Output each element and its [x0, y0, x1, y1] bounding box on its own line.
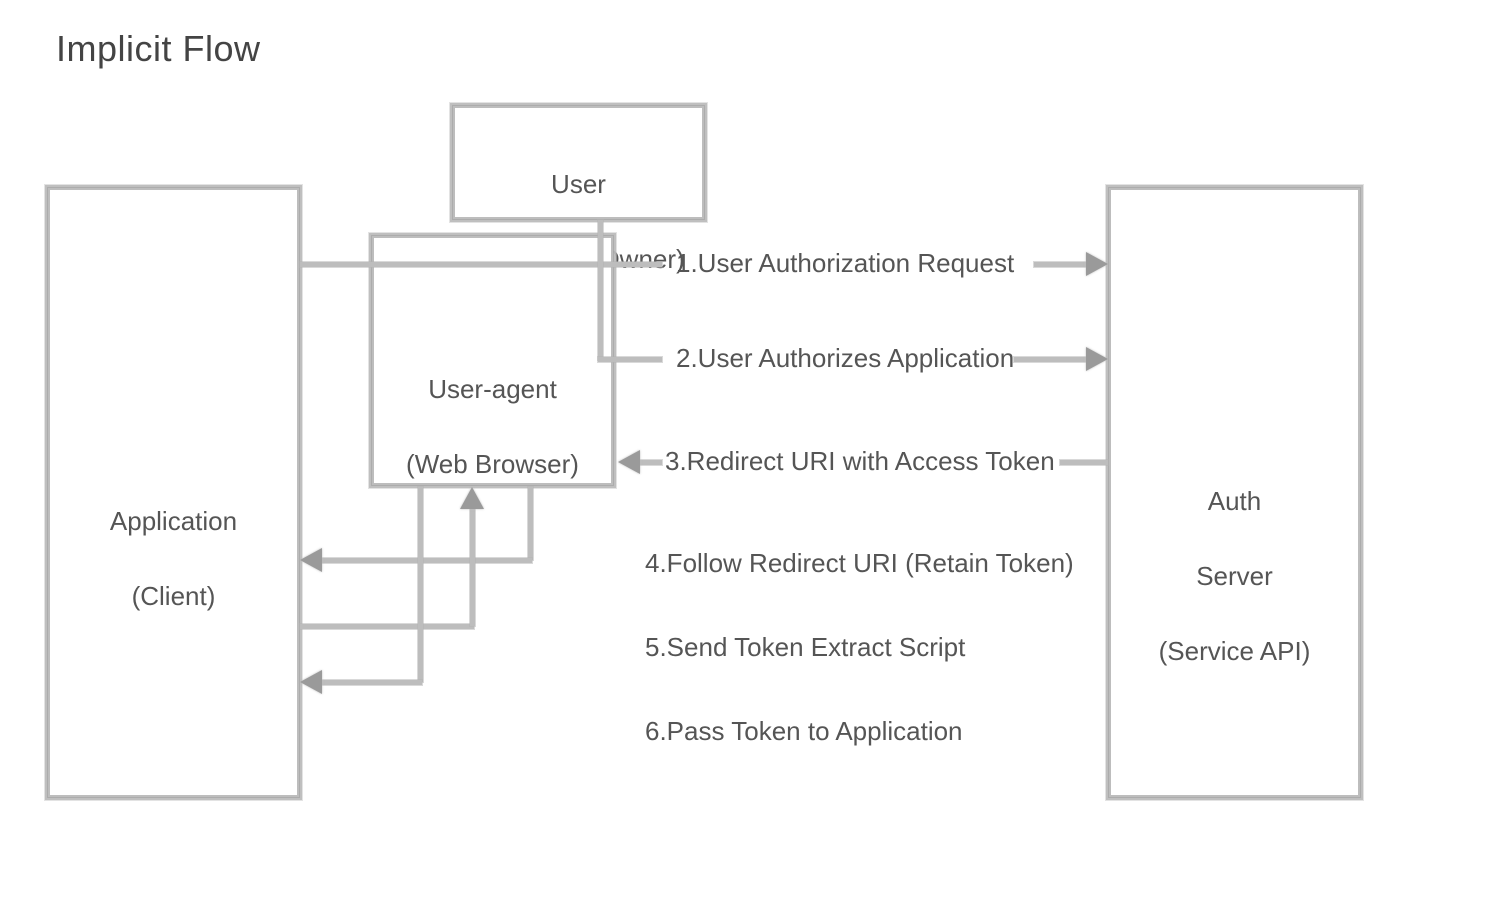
step4-label: 4.Follow Redirect URI (Retain Token): [645, 548, 1074, 579]
arrow3-segment-left: [640, 460, 662, 465]
arrow3-head-icon: [618, 450, 640, 474]
arrow1-segment-right: [1034, 262, 1088, 267]
node-auth-server-line1: Auth: [1208, 486, 1262, 516]
arrow2-segment-left: [598, 357, 662, 362]
diagram-title: Implicit Flow: [56, 28, 261, 70]
arrow1-segment-left: [300, 262, 662, 267]
node-auth-server-line2: Server: [1196, 561, 1273, 591]
node-user-agent-line2: (Web Browser): [406, 449, 579, 479]
node-application-label: Application (Client): [50, 465, 297, 616]
arrow4-segment-horiz: [322, 558, 532, 563]
arrow6-segment-horiz: [322, 680, 422, 685]
arrow2-segment-vert: [598, 220, 603, 360]
arrow5-segment-horiz: [300, 624, 474, 629]
node-auth-server-label: Auth Server (Service API): [1111, 445, 1358, 671]
arrow3-segment-right: [1060, 460, 1108, 465]
step1-label: 1.User Authorization Request: [676, 248, 1014, 279]
node-application: Application (Client): [49, 189, 298, 796]
node-application-line2: (Client): [132, 581, 216, 611]
arrow6-head-icon: [300, 670, 322, 694]
arrow6-segment-vert: [418, 487, 423, 682]
arrow4-head-icon: [300, 548, 322, 572]
step2-label: 2.User Authorizes Application: [676, 343, 1014, 374]
step3-label: 3.Redirect URI with Access Token: [665, 446, 1055, 477]
arrow1-head-icon: [1086, 252, 1108, 276]
arrow2-head-icon: [1086, 347, 1108, 371]
arrow5-head-icon: [460, 487, 484, 509]
node-application-line1: Application: [110, 506, 237, 536]
node-user: User (Resource Owner): [454, 107, 703, 218]
node-auth-server-line3: (Service API): [1159, 636, 1311, 666]
node-user-line1: User: [551, 169, 606, 199]
arrow5-segment-vert: [470, 508, 475, 626]
arrow4-segment-vert: [528, 487, 533, 560]
node-user-agent: User-agent (Web Browser): [373, 237, 612, 484]
arrow2-segment-right: [1014, 357, 1088, 362]
step5-label: 5.Send Token Extract Script: [645, 632, 965, 663]
node-user-agent-line1: User-agent: [428, 374, 557, 404]
node-auth-server: Auth Server (Service API): [1110, 189, 1359, 796]
node-user-agent-label: User-agent (Web Browser): [374, 333, 611, 484]
step6-label: 6.Pass Token to Application: [645, 716, 963, 747]
